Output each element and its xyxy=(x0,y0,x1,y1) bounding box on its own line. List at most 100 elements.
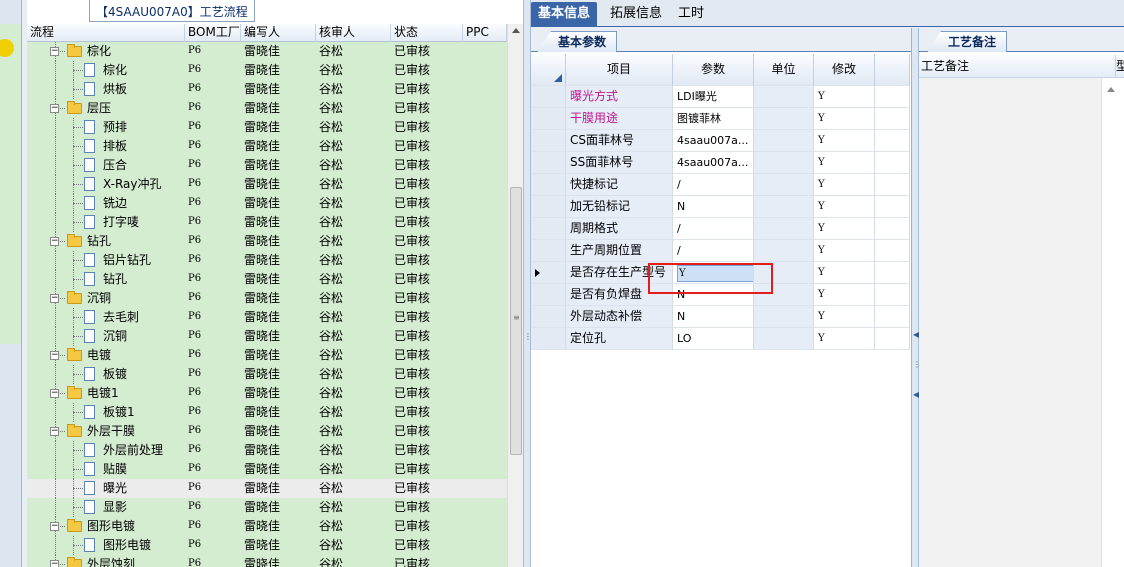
param-unit-cell[interactable] xyxy=(754,86,814,108)
flow-tree-row[interactable]: − 图形电镀 P6 雷晓佳 谷松 已审核 xyxy=(27,517,507,536)
row-indicator[interactable] xyxy=(531,218,566,240)
flow-tree-cell[interactable]: 预排 xyxy=(27,118,185,137)
param-unit-cell[interactable] xyxy=(754,262,814,284)
param-modify-cell[interactable]: Y xyxy=(814,328,875,350)
flow-tree-cell[interactable]: − 棕化 xyxy=(27,42,185,61)
flow-tree-row[interactable]: 烘板 P6 雷晓佳 谷松 已审核 xyxy=(27,80,507,99)
flow-scrollbar[interactable]: ≡ xyxy=(507,24,523,567)
panel-splitter-right[interactable]: ◀ ⋮ ◀ xyxy=(912,28,921,567)
tab-basic-params[interactable]: 基本参数 xyxy=(537,31,618,52)
flow-tree-row[interactable]: 板镀1 P6 雷晓佳 谷松 已审核 xyxy=(27,403,507,422)
row-indicator[interactable] xyxy=(531,240,566,262)
collapse-toggle-icon[interactable]: − xyxy=(50,294,59,303)
flow-tree-row[interactable]: − 电镀1 P6 雷晓佳 谷松 已审核 xyxy=(27,384,507,403)
current-row-indicator-icon[interactable] xyxy=(531,262,566,284)
flow-tree-row[interactable]: 图形电镀 P6 雷晓佳 谷松 已审核 xyxy=(27,536,507,555)
tab-basic-info[interactable]: 基本信息 xyxy=(531,2,598,27)
col-header-status[interactable]: 状态 xyxy=(391,24,463,42)
flow-tree-cell[interactable]: 铣边 xyxy=(27,194,185,213)
row-indicator[interactable] xyxy=(531,108,566,130)
collapse-toggle-icon[interactable]: − xyxy=(50,237,59,246)
flow-tree-cell[interactable]: − 电镀 xyxy=(27,346,185,365)
param-value-cell[interactable]: / xyxy=(673,240,754,262)
param-modify-cell[interactable]: Y xyxy=(814,174,875,196)
col-header-param[interactable]: 参数 xyxy=(673,54,754,86)
col-header-ppc[interactable]: PPC xyxy=(463,24,507,42)
param-row[interactable]: 周期格式 / Y xyxy=(531,218,910,240)
col-header-bom[interactable]: BOM工厂 xyxy=(185,24,241,42)
flow-tree-row[interactable]: 铣边 P6 雷晓佳 谷松 已审核 xyxy=(27,194,507,213)
param-row[interactable]: 干膜用途 图镀菲林 Y xyxy=(531,108,910,130)
collapse-toggle-icon[interactable]: − xyxy=(50,560,59,567)
notes-textarea[interactable] xyxy=(919,78,1102,567)
flow-tree-cell[interactable]: − 沉铜 xyxy=(27,289,185,308)
flow-tree-row[interactable]: 排板 P6 雷晓佳 谷松 已审核 xyxy=(27,137,507,156)
panel-splitter-left[interactable]: ⋮ xyxy=(523,0,532,567)
col-header-unit[interactable]: 单位 xyxy=(754,54,814,86)
param-row[interactable]: 定位孔 LO Y xyxy=(531,328,910,350)
flow-tree-row[interactable]: 棕化 P6 雷晓佳 谷松 已审核 xyxy=(27,61,507,80)
flow-tree-row[interactable]: 外层前处理 P6 雷晓佳 谷松 已审核 xyxy=(27,441,507,460)
row-indicator[interactable] xyxy=(531,130,566,152)
param-value-cell[interactable]: N xyxy=(673,196,754,218)
tab-extended-info[interactable]: 拓展信息 xyxy=(603,2,669,27)
col-header-modify[interactable]: 修改 xyxy=(814,54,875,86)
col-header-checker[interactable]: 核审人 xyxy=(316,24,391,42)
flow-tree-cell[interactable]: 烘板 xyxy=(27,80,185,99)
row-indicator-header[interactable] xyxy=(531,54,566,86)
row-indicator[interactable] xyxy=(531,86,566,108)
param-unit-cell[interactable] xyxy=(754,240,814,262)
param-value-cell[interactable]: LO xyxy=(673,328,754,350)
row-indicator[interactable] xyxy=(531,196,566,218)
flow-tree-row[interactable]: 钻孔 P6 雷晓佳 谷松 已审核 xyxy=(27,270,507,289)
flow-tree-cell[interactable]: − 层压 xyxy=(27,99,185,118)
col-header-flow[interactable]: 流程 xyxy=(27,24,185,42)
flow-tree-row[interactable]: X-Ray冲孔 P6 雷晓佳 谷松 已审核 xyxy=(27,175,507,194)
row-indicator[interactable] xyxy=(531,152,566,174)
flow-tree-cell[interactable]: 压合 xyxy=(27,156,185,175)
flow-tree-cell[interactable]: X-Ray冲孔 xyxy=(27,175,185,194)
flow-tree-row[interactable]: 板镀 P6 雷晓佳 谷松 已审核 xyxy=(27,365,507,384)
flow-tree-cell[interactable]: 棕化 xyxy=(27,61,185,80)
scroll-up-arrow-icon[interactable] xyxy=(512,28,520,33)
flow-tree-row[interactable]: − 外层干膜 P6 雷晓佳 谷松 已审核 xyxy=(27,422,507,441)
param-unit-cell[interactable] xyxy=(754,284,814,306)
param-modify-cell[interactable]: Y xyxy=(814,86,875,108)
flow-tree-cell[interactable]: 曝光 xyxy=(27,479,185,498)
collapse-toggle-icon[interactable]: − xyxy=(50,104,59,113)
param-row[interactable]: 生产周期位置 / Y xyxy=(531,240,910,262)
param-row[interactable]: SS面菲林号 4saau007a... Y xyxy=(531,152,910,174)
notes-scrollbar[interactable] xyxy=(1102,78,1119,567)
flow-tree-row[interactable]: − 钻孔 P6 雷晓佳 谷松 已审核 xyxy=(27,232,507,251)
flow-tree-row[interactable]: 贴膜 P6 雷晓佳 谷松 已审核 xyxy=(27,460,507,479)
flow-tree-cell[interactable]: 铝片钻孔 xyxy=(27,251,185,270)
row-indicator[interactable] xyxy=(531,284,566,306)
param-unit-cell[interactable] xyxy=(754,108,814,130)
collapse-toggle-icon[interactable]: − xyxy=(50,522,59,531)
flow-tree-row[interactable]: 打字唛 P6 雷晓佳 谷松 已审核 xyxy=(27,213,507,232)
flow-tree-cell[interactable]: 去毛刺 xyxy=(27,308,185,327)
flow-tree-row[interactable]: − 层压 P6 雷晓佳 谷松 已审核 xyxy=(27,99,507,118)
notes-column-label[interactable]: 工艺备注 xyxy=(921,59,969,73)
flow-tree-row[interactable]: 显影 P6 雷晓佳 谷松 已审核 xyxy=(27,498,507,517)
tab-work-hours[interactable]: 工时 xyxy=(671,2,711,27)
param-unit-cell[interactable] xyxy=(754,130,814,152)
param-value-editor[interactable]: Y xyxy=(677,265,753,282)
param-modify-cell[interactable]: Y xyxy=(814,240,875,262)
param-row[interactable]: 是否存在生产型号 Y Y xyxy=(531,262,910,284)
flow-tree-row[interactable]: − 棕化 P6 雷晓佳 谷松 已审核 xyxy=(27,42,507,61)
param-value-cell[interactable]: 图镀菲林 xyxy=(673,108,754,130)
collapse-toggle-icon[interactable]: − xyxy=(50,427,59,436)
param-modify-cell[interactable]: Y xyxy=(814,130,875,152)
flow-tree-cell[interactable]: 打字唛 xyxy=(27,213,185,232)
param-unit-cell[interactable] xyxy=(754,196,814,218)
flow-tree-cell[interactable]: 图形电镀 xyxy=(27,536,185,555)
next-column-label[interactable]: 型 xyxy=(1115,55,1124,77)
flow-tree-cell[interactable]: − 外层蚀刻 xyxy=(27,555,185,567)
param-modify-cell[interactable]: Y xyxy=(814,108,875,130)
param-value-cell[interactable]: Y xyxy=(673,262,754,284)
param-unit-cell[interactable] xyxy=(754,328,814,350)
param-unit-cell[interactable] xyxy=(754,152,814,174)
param-row[interactable]: 快捷标记 / Y xyxy=(531,174,910,196)
flow-tree-cell[interactable]: 显影 xyxy=(27,498,185,517)
